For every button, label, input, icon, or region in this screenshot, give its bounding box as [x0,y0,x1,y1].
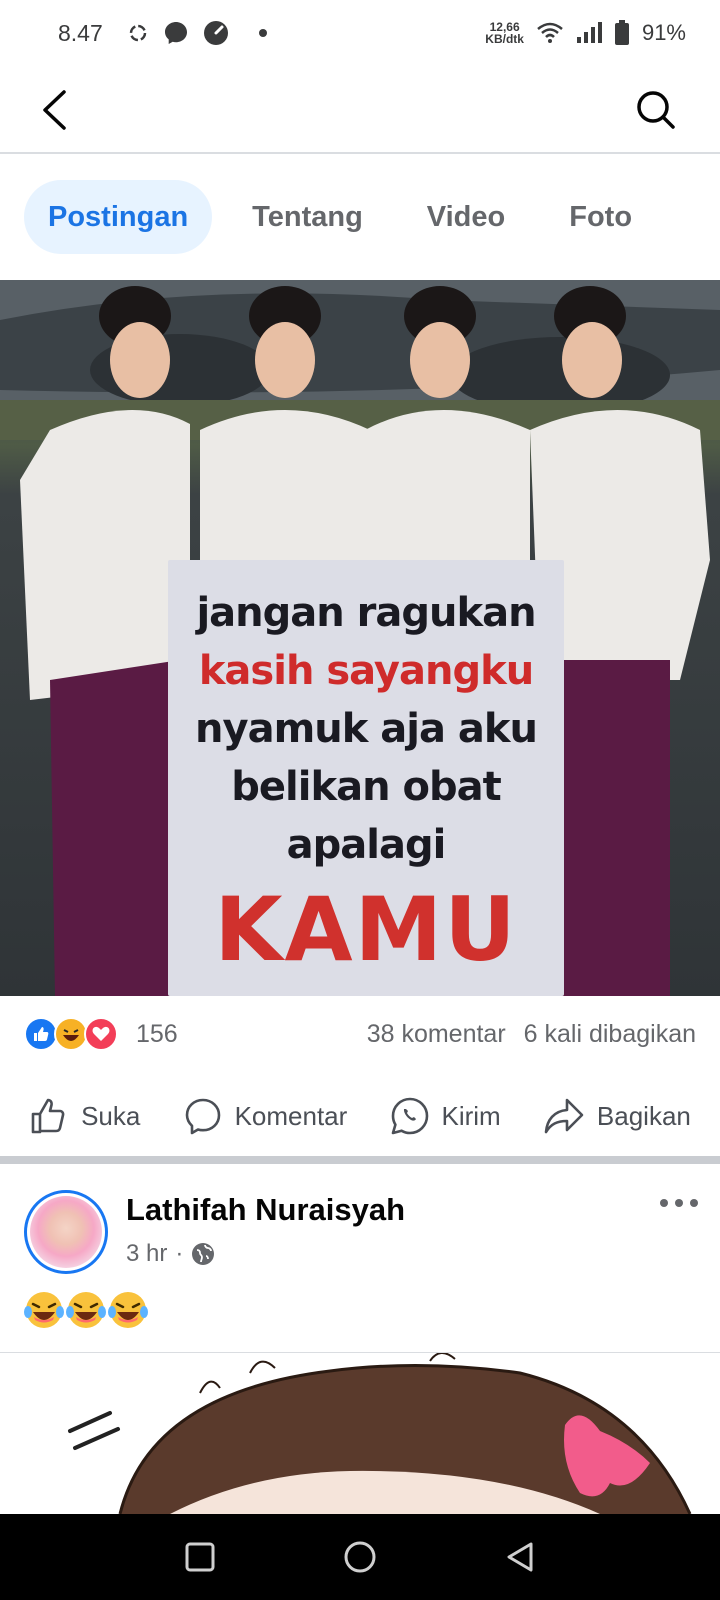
top-nav [0,66,720,154]
comment-count[interactable]: 38 komentar [367,1020,506,1049]
more-options-button[interactable] [654,1188,704,1218]
battery-percent: 91% [641,20,686,45]
reaction-icons[interactable] [24,1017,118,1051]
messenger-icon [164,22,187,44]
back-button[interactable] [30,86,78,134]
status-right: 12,66 KB/dtk 91% [485,20,686,46]
banner-sign: jangan ragukan kasih sayangku nyamuk aja… [168,560,564,996]
status-left: 8.47 [58,20,267,47]
post-stats: 38 komentar 6 kali dibagikan [367,1020,696,1049]
banner-big-text: KAMU [214,878,518,981]
post-header: Lathifah Nuraisyah 3 hr · [24,1188,704,1278]
comment-button[interactable]: Komentar [183,1096,348,1136]
send-whatsapp-button[interactable]: Kirim [390,1096,501,1136]
meta-separator: · [175,1240,184,1267]
author-name[interactable]: Lathifah Nuraisyah [126,1192,405,1228]
person-figure [20,286,190,996]
love-reaction-icon [84,1017,118,1051]
share-button[interactable]: Bagikan [543,1096,691,1136]
home-icon[interactable] [342,1539,378,1575]
tab-foto[interactable]: Foto [545,180,656,254]
reaction-count[interactable]: 156 [136,1020,178,1049]
laughing-tears-emoji [66,1292,106,1328]
post-meta: 3 hr · [126,1240,215,1268]
banner-line: jangan ragukan [196,590,536,636]
share-count[interactable]: 6 kali dibagikan [524,1020,696,1049]
tab-video[interactable]: Video [403,180,529,254]
thumbs-up-icon [31,1098,65,1134]
reactions-row: 156 38 komentar 6 kali dibagikan [24,1010,696,1058]
net-speed: 12,66 KB/dtk [485,21,524,45]
send-label: Kirim [441,1100,501,1131]
haha-reaction-icon [54,1017,88,1051]
search-icon [637,91,675,129]
laughing-tears-emoji [108,1292,148,1328]
banner-line: apalagi [286,822,447,868]
sync-icon [129,24,147,42]
search-button[interactable] [632,86,680,134]
post-actions: Suka Komentar Kirim Bagikan [0,1080,720,1152]
net-speed-unit: KB/dtk [485,32,524,46]
whatsapp-icon [391,1097,428,1135]
post-time[interactable]: 3 hr [126,1240,167,1268]
chevron-left-icon [43,90,66,130]
more-dots-icon [675,1199,683,1207]
comment-icon [185,1098,220,1135]
tab-tentang[interactable]: Tentang [228,180,387,254]
laughing-tears-emoji [24,1292,64,1328]
battery-icon [614,20,629,45]
signal-icon [576,22,602,43]
more-dots-icon [690,1199,698,1207]
like-button[interactable]: Suka [29,1096,140,1136]
share-label: Bagikan [596,1100,691,1131]
like-reaction-icon [24,1017,58,1051]
share-arrow-icon [544,1098,584,1134]
status-bar: 8.47 12,66 KB/dtk 91% [0,0,720,66]
avatar[interactable] [24,1190,108,1274]
like-label: Suka [81,1100,141,1131]
banner-line: belikan obat [231,764,501,810]
tab-postingan[interactable]: Postingan [24,180,213,254]
post-image[interactable] [0,1353,720,1514]
profile-tabs: Postingan Tentang Video Foto [24,180,672,254]
status-time: 8.47 [58,19,103,46]
system-nav-bar [0,1514,720,1600]
post-image[interactable]: jangan ragukan kasih sayangku nyamuk aja… [0,280,720,996]
banner-line: nyamuk aja aku [195,706,538,752]
wifi-icon [537,22,563,43]
speedometer-icon [203,21,228,45]
post-text [24,1290,148,1336]
post-separator [0,1156,720,1164]
avatar-image [30,1196,102,1268]
globe-icon [192,1243,215,1265]
back-triangle-icon[interactable] [503,1540,537,1574]
comment-label: Komentar [234,1100,348,1131]
banner-line: kasih sayangku [198,648,534,694]
notification-dot-icon [258,29,267,37]
recent-apps-icon[interactable] [183,1540,217,1574]
cartoon-illustration [68,1353,692,1514]
more-dots-icon [660,1199,668,1207]
